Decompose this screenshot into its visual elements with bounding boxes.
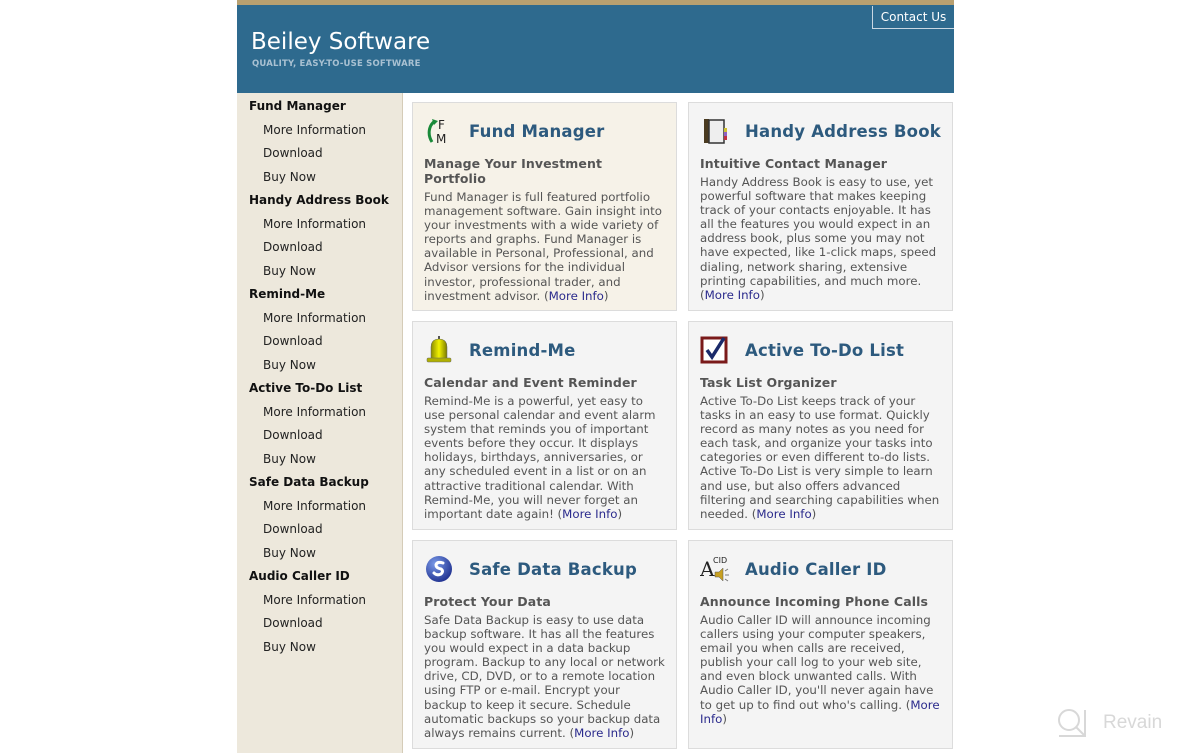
product-card: FM Fund Manager Manage Your Investment P…	[412, 102, 677, 311]
product-description: Fund Manager is full featured portfolio …	[424, 190, 665, 303]
product-card-header: Remind-Me	[424, 334, 665, 366]
sidebar-link[interactable]: More Information	[237, 495, 402, 519]
sidebar-link[interactable]: Download	[237, 612, 402, 636]
sidebar-group-title[interactable]: Audio Caller ID	[237, 565, 402, 589]
sidebar-link[interactable]: Buy Now	[237, 542, 402, 566]
product-description: Handy Address Book is easy to use, yet p…	[700, 175, 941, 302]
sidebar-link[interactable]: Download	[237, 330, 402, 354]
closing-paren: )	[603, 288, 609, 303]
product-card: Remind-Me Calendar and Event Reminder Re…	[412, 321, 677, 530]
more-info-link[interactable]: More Info	[562, 507, 617, 521]
sidebar-group-title[interactable]: Safe Data Backup	[237, 471, 402, 495]
product-description-text: Fund Manager is full featured portfolio …	[424, 190, 662, 303]
sidebar-link[interactable]: More Information	[237, 213, 402, 237]
page: Beiley Software QUALITY, EASY-TO-USE SOF…	[237, 0, 954, 753]
more-info-link[interactable]: More Info	[574, 726, 629, 740]
more-info-link[interactable]: More Info	[705, 288, 760, 302]
sidebar-link[interactable]: Download	[237, 424, 402, 448]
product-card: Handy Address Book Intuitive Contact Man…	[688, 102, 953, 311]
svg-text:CID: CID	[713, 556, 727, 565]
product-description-text: Audio Caller ID will announce incoming c…	[700, 613, 934, 712]
sidebar-link[interactable]: More Information	[237, 119, 402, 143]
sidebar-link[interactable]: More Information	[237, 589, 402, 613]
revain-logo-icon	[1058, 709, 1086, 737]
site-tagline: QUALITY, EASY-TO-USE SOFTWARE	[252, 59, 421, 69]
svg-text:F: F	[438, 118, 445, 132]
sidebar-link[interactable]: Buy Now	[237, 166, 402, 190]
revain-text: Revain	[1103, 712, 1163, 733]
sidebar-link[interactable]: More Information	[237, 307, 402, 331]
fund-manager-icon[interactable]: FM	[424, 116, 454, 146]
sidebar-link[interactable]: Buy Now	[237, 260, 402, 284]
site-title[interactable]: Beiley Software	[251, 29, 430, 55]
product-description-text: Safe Data Backup is easy to use data bac…	[424, 613, 665, 740]
svg-text:M: M	[436, 132, 446, 146]
sidebar-link[interactable]: Buy Now	[237, 354, 402, 378]
contact-us-button[interactable]: Contact Us	[872, 6, 954, 29]
sidebar-group-title[interactable]: Remind-Me	[237, 283, 402, 307]
closing-paren: )	[811, 506, 817, 521]
product-card: Safe Data Backup Protect Your Data Safe …	[412, 540, 677, 749]
bell-icon[interactable]	[424, 335, 454, 365]
more-info-link[interactable]: More Info	[756, 507, 811, 521]
product-description: Active To-Do List keeps track of your ta…	[700, 394, 941, 521]
product-description-text: Remind-Me is a powerful, yet easy to use…	[424, 394, 656, 521]
sidebar-link[interactable]: More Information	[237, 401, 402, 425]
product-card: Active To-Do List Task List Organizer Ac…	[688, 321, 953, 530]
sidebar-link[interactable]: Buy Now	[237, 448, 402, 472]
product-card-header: Safe Data Backup	[424, 553, 665, 585]
closing-paren: )	[722, 711, 727, 726]
product-name[interactable]: Safe Data Backup	[469, 560, 637, 579]
sidebar-link[interactable]: Download	[237, 236, 402, 260]
backup-icon[interactable]	[424, 554, 454, 584]
sidebar-group-title[interactable]: Fund Manager	[237, 95, 402, 119]
address-book-icon[interactable]	[700, 116, 730, 146]
more-info-link[interactable]: More Info	[549, 289, 604, 303]
product-subtitle: Manage Your Investment Portfolio	[424, 156, 603, 186]
product-name[interactable]: Fund Manager	[469, 122, 604, 141]
closing-paren: )	[759, 287, 765, 302]
product-description-text: Handy Address Book is easy to use, yet p…	[700, 175, 937, 302]
revain-watermark: Revain	[1055, 706, 1162, 740]
product-subtitle: Protect Your Data	[424, 594, 551, 609]
product-card-header: A CID Audio Caller ID	[700, 553, 941, 585]
product-description: Remind-Me is a powerful, yet easy to use…	[424, 394, 665, 521]
sidebar: Fund Manager More Information Download Buy …	[237, 93, 403, 753]
product-subtitle: Announce Incoming Phone Calls	[700, 594, 929, 609]
product-subtitle: Intuitive Contact Manager	[700, 156, 888, 171]
product-subtitle: Task List Organizer	[700, 375, 837, 390]
sidebar-group-title[interactable]: Active To-Do List	[237, 377, 402, 401]
header: Beiley Software QUALITY, EASY-TO-USE SOF…	[237, 5, 954, 93]
product-name[interactable]: Active To-Do List	[745, 341, 904, 360]
sidebar-link[interactable]: Download	[237, 142, 402, 166]
product-name[interactable]: Remind-Me	[469, 341, 576, 360]
closing-paren: )	[617, 506, 623, 521]
product-card-header: Handy Address Book	[700, 115, 941, 147]
product-subtitle: Calendar and Event Reminder	[424, 375, 637, 390]
product-card: A CID Audio Caller ID Announce Incoming P…	[688, 540, 953, 749]
product-description: Audio Caller ID will announce incoming c…	[700, 613, 941, 726]
audio-caller-id-icon[interactable]: A CID	[700, 554, 730, 584]
product-description: Safe Data Backup is easy to use data bac…	[424, 613, 665, 740]
product-name[interactable]: Audio Caller ID	[745, 560, 887, 579]
product-name[interactable]: Handy Address Book	[745, 122, 941, 141]
checkbox-icon[interactable]	[700, 335, 730, 365]
sidebar-group-title[interactable]: Handy Address Book	[237, 189, 402, 213]
product-card-header: FM Fund Manager	[424, 115, 665, 147]
sidebar-nav: Fund Manager More Information Download Buy …	[237, 93, 402, 659]
sidebar-link[interactable]: Download	[237, 518, 402, 542]
sidebar-link[interactable]: Buy Now	[237, 636, 402, 660]
product-description-text: Active To-Do List keeps track of your ta…	[700, 394, 940, 521]
product-card-header: Active To-Do List	[700, 334, 941, 366]
closing-paren: )	[629, 725, 635, 740]
